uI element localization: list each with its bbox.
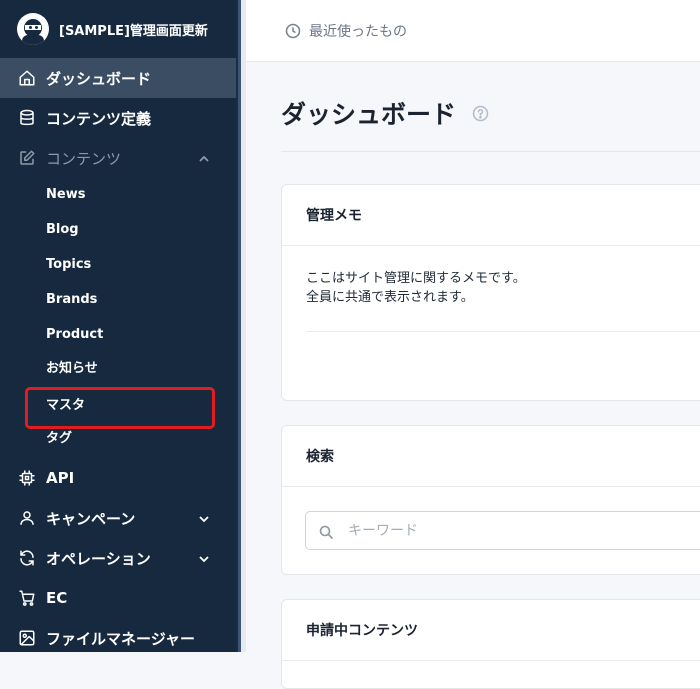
brand-title: [SAMPLE]管理画面更新 [59, 23, 208, 39]
search-field[interactable] [305, 511, 700, 550]
memo-card-title: 管理メモ [282, 185, 700, 246]
sidebar-item-label: オペレーション [46, 549, 151, 568]
sidebar-subitem-news[interactable]: News [46, 186, 85, 204]
chip-icon [18, 469, 36, 487]
memo-card: 管理メモ ここはサイト管理に関するメモです。 全員に共通で表示されます。 [281, 184, 700, 401]
sidebar-item-campaign[interactable]: キャンペーン [0, 498, 236, 538]
memo-line: 全員に共通で表示されます。 [306, 290, 474, 305]
refresh-icon [18, 549, 36, 567]
sidebar-item-label: キャンペーン [46, 509, 136, 528]
search-icon [319, 524, 333, 539]
help-icon[interactable] [472, 105, 489, 122]
sidebar-item-file-manager[interactable]: ファイルマネージャー [0, 618, 236, 658]
sidebar-item-contents[interactable]: コンテンツ [0, 138, 236, 178]
sidebar-subitem-topics[interactable]: Topics [46, 256, 91, 274]
ninja-logo-icon [17, 13, 49, 45]
sidebar-item-dashboard[interactable]: ダッシュボード [0, 58, 236, 98]
sidebar: [SAMPLE]管理画面更新 ダッシュボード コンテンツ定義 コンテンツ New… [0, 0, 236, 652]
sidebar-subitem-notice[interactable]: お知らせ [46, 360, 98, 378]
edit-icon [18, 149, 36, 167]
database-icon [18, 109, 36, 127]
sidebar-subitem-product[interactable]: Product [46, 326, 103, 344]
user-icon [18, 509, 36, 527]
memo-line: ここはサイト管理に関するメモです。 [306, 271, 526, 286]
chevron-up-icon [198, 151, 210, 163]
sidebar-item-label: ダッシュボード [46, 69, 152, 88]
sidebar-item-operation[interactable]: オペレーション [0, 538, 236, 578]
image-icon [18, 629, 36, 647]
search-input[interactable] [346, 521, 690, 540]
sidebar-item-label: コンテンツ [46, 149, 122, 168]
search-card: 検索 [281, 425, 700, 575]
memo-divider [306, 331, 700, 332]
sidebar-item-api[interactable]: API [0, 458, 236, 498]
search-card-title: 検索 [282, 426, 700, 487]
sidebar-item-content-definition[interactable]: コンテンツ定義 [0, 98, 236, 138]
sidebar-resize-handle[interactable] [236, 0, 246, 652]
sidebar-item-label: API [46, 469, 75, 487]
chevron-down-icon [198, 511, 210, 523]
sidebar-item-ec[interactable]: EC [0, 578, 236, 618]
sidebar-item-label: ファイルマネージャー [46, 629, 195, 648]
memo-text: ここはサイト管理に関するメモです。 全員に共通で表示されます。 [306, 269, 526, 307]
sidebar-subitem-brands[interactable]: Brands [46, 291, 97, 309]
page-title: ダッシュボード [281, 100, 457, 129]
sidebar-subitem-blog[interactable]: Blog [46, 221, 79, 239]
clock-icon [285, 23, 301, 39]
home-icon [18, 69, 36, 87]
sidebar-item-label: コンテンツ定義 [46, 109, 152, 128]
cart-icon [18, 589, 36, 607]
brand[interactable]: [SAMPLE]管理画面更新 [0, 0, 236, 58]
sidebar-item-label: EC [46, 589, 68, 607]
title-divider [281, 151, 700, 152]
sidebar-subitem-tag[interactable]: タグ [46, 430, 72, 448]
chevron-down-icon [198, 551, 210, 563]
recent-button[interactable]: 最近使ったもの [309, 21, 407, 41]
topbar: 最近使ったもの [246, 0, 700, 62]
pending-contents-card: 申請中コンテンツ [281, 599, 700, 689]
highlight-box [25, 387, 215, 429]
